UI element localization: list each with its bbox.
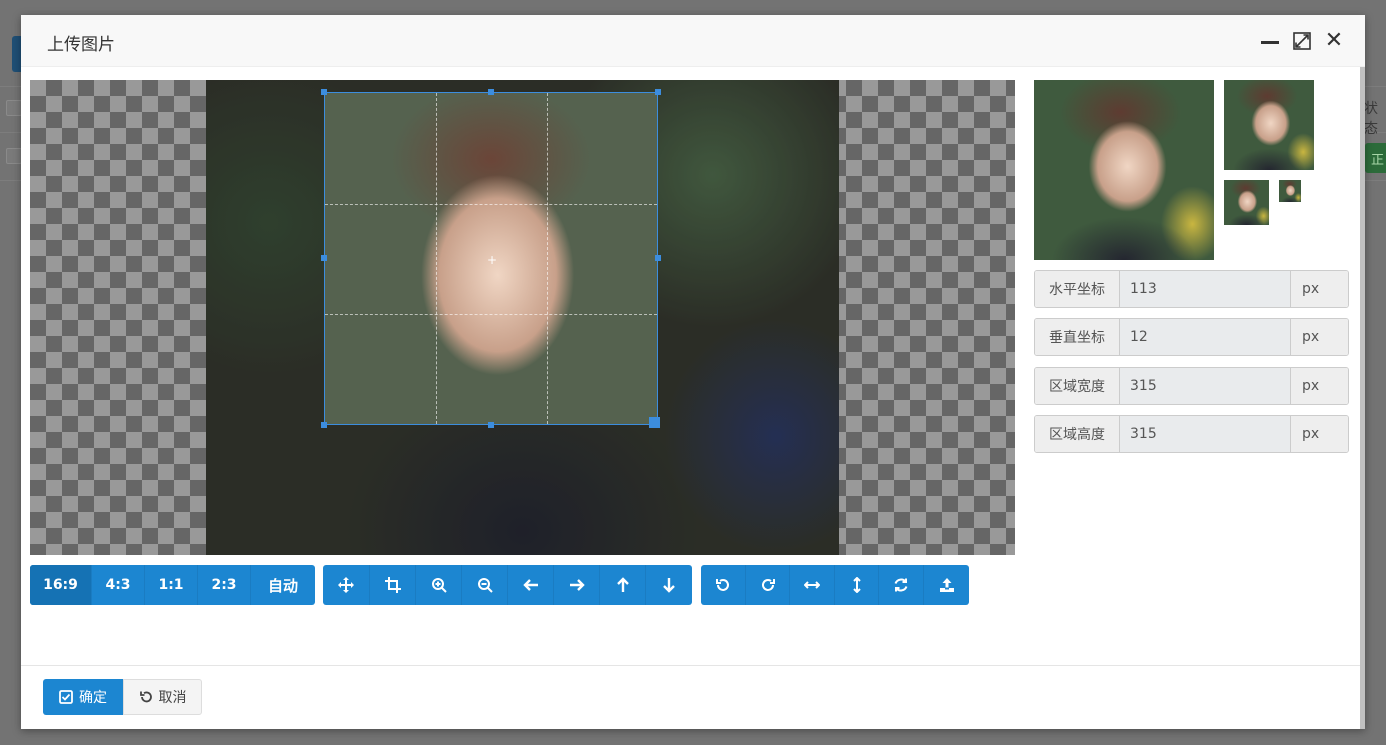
crop-handle-se[interactable] bbox=[649, 417, 660, 428]
field-x-unit: px bbox=[1290, 271, 1348, 307]
reset-icon bbox=[894, 578, 908, 592]
upload-button[interactable] bbox=[924, 565, 969, 605]
background-column-header: 状态 bbox=[1364, 101, 1378, 137]
flip-horizontal-icon bbox=[804, 581, 820, 589]
maximize-icon[interactable] bbox=[1292, 31, 1312, 51]
transform-button-group bbox=[701, 565, 969, 605]
confirm-button[interactable]: 确定 bbox=[43, 679, 123, 715]
field-x-input[interactable]: 113 bbox=[1120, 271, 1290, 307]
rotate-right-icon bbox=[761, 579, 775, 591]
preview-small bbox=[1224, 180, 1269, 225]
crop-guide-line bbox=[436, 93, 437, 424]
move-left-button[interactable] bbox=[508, 565, 554, 605]
field-width-unit: px bbox=[1290, 368, 1348, 404]
zoom-in-button[interactable] bbox=[416, 565, 462, 605]
crop-guide-line bbox=[547, 93, 548, 424]
move-button[interactable] bbox=[323, 565, 370, 605]
arrow-right-icon bbox=[569, 579, 585, 591]
aspect-ratio-group: 16:9 4:3 1:1 2:3 自动 bbox=[30, 565, 315, 605]
close-icon[interactable]: ✕ bbox=[1324, 30, 1344, 52]
field-width-label: 区域宽度 bbox=[1035, 368, 1120, 404]
dialog-scrollbar[interactable] bbox=[1360, 67, 1365, 729]
reset-button[interactable] bbox=[879, 565, 924, 605]
preview-large bbox=[1034, 80, 1214, 260]
minimize-icon[interactable] bbox=[1260, 31, 1280, 51]
move-up-button[interactable] bbox=[600, 565, 646, 605]
arrow-left-icon bbox=[522, 579, 538, 591]
rotate-left-icon bbox=[716, 579, 729, 591]
move-right-button[interactable] bbox=[554, 565, 600, 605]
zoom-out-button[interactable] bbox=[462, 565, 508, 605]
crop-guide-line bbox=[325, 204, 657, 205]
rotate-right-button[interactable] bbox=[746, 565, 790, 605]
arrow-down-icon bbox=[663, 578, 675, 593]
zoom-in-icon bbox=[431, 578, 447, 593]
aspect-2-3-button[interactable]: 2:3 bbox=[198, 565, 251, 605]
aspect-16-9-button[interactable]: 16:9 bbox=[30, 565, 92, 605]
background-status-badge: 正 bbox=[1365, 143, 1386, 173]
move-icon bbox=[338, 577, 354, 593]
arrow-up-icon bbox=[616, 577, 629, 592]
field-width: 区域宽度 315 px bbox=[1034, 367, 1349, 405]
move-down-button[interactable] bbox=[646, 565, 692, 605]
aspect-auto-button[interactable]: 自动 bbox=[251, 565, 315, 605]
field-x-label: 水平坐标 bbox=[1035, 271, 1120, 307]
field-height-label: 区域高度 bbox=[1035, 416, 1120, 452]
confirm-button-label: 确定 bbox=[79, 690, 107, 706]
flip-vertical-icon bbox=[852, 577, 861, 593]
crop-handle-ne[interactable] bbox=[655, 89, 661, 95]
rotate-left-button[interactable] bbox=[701, 565, 746, 605]
crop-handle-s[interactable] bbox=[488, 422, 494, 428]
cancel-button-label: 取消 bbox=[158, 690, 187, 706]
field-y-unit: px bbox=[1290, 319, 1348, 355]
crop-handle-e[interactable] bbox=[655, 255, 661, 261]
field-height: 区域高度 315 px bbox=[1034, 415, 1349, 453]
crop-guide-line bbox=[325, 314, 657, 315]
aspect-4-3-button[interactable]: 4:3 bbox=[92, 565, 145, 605]
flip-horizontal-button[interactable] bbox=[790, 565, 835, 605]
field-height-unit: px bbox=[1290, 416, 1348, 452]
crop-button[interactable] bbox=[370, 565, 416, 605]
crop-handle-n[interactable] bbox=[488, 89, 494, 95]
crop-canvas[interactable]: + bbox=[30, 80, 1015, 555]
upload-image-dialog: 上传图片 ✕ + 16:9 4:3 1:1 2:3 自动 水平坐标 113 px… bbox=[21, 15, 1365, 729]
upload-icon bbox=[939, 578, 954, 592]
crop-icon bbox=[384, 577, 401, 593]
crop-handle-sw[interactable] bbox=[321, 422, 327, 428]
field-y-input[interactable]: 12 bbox=[1120, 319, 1290, 355]
preview-tiny bbox=[1279, 180, 1301, 202]
crop-center-mark: + bbox=[487, 253, 498, 267]
tool-button-group bbox=[323, 565, 692, 605]
dialog-header: 上传图片 ✕ bbox=[21, 15, 1365, 67]
zoom-out-icon bbox=[477, 578, 493, 593]
crop-handle-nw[interactable] bbox=[321, 89, 327, 95]
background-checkbox bbox=[6, 148, 22, 164]
crop-handle-w[interactable] bbox=[321, 255, 327, 261]
field-y: 垂直坐标 12 px bbox=[1034, 318, 1349, 356]
checkbox-icon bbox=[59, 690, 73, 704]
footer-divider bbox=[21, 665, 1360, 666]
undo-icon bbox=[139, 691, 152, 703]
cancel-button[interactable]: 取消 bbox=[123, 679, 202, 715]
dialog-title: 上传图片 bbox=[47, 35, 115, 55]
field-height-input[interactable]: 315 bbox=[1120, 416, 1290, 452]
crop-selection-box[interactable]: + bbox=[324, 92, 658, 425]
field-width-input[interactable]: 315 bbox=[1120, 368, 1290, 404]
field-x: 水平坐标 113 px bbox=[1034, 270, 1349, 308]
aspect-1-1-button[interactable]: 1:1 bbox=[145, 565, 198, 605]
flip-vertical-button[interactable] bbox=[835, 565, 879, 605]
background-checkbox bbox=[6, 100, 22, 116]
preview-medium bbox=[1224, 80, 1314, 170]
field-y-label: 垂直坐标 bbox=[1035, 319, 1120, 355]
